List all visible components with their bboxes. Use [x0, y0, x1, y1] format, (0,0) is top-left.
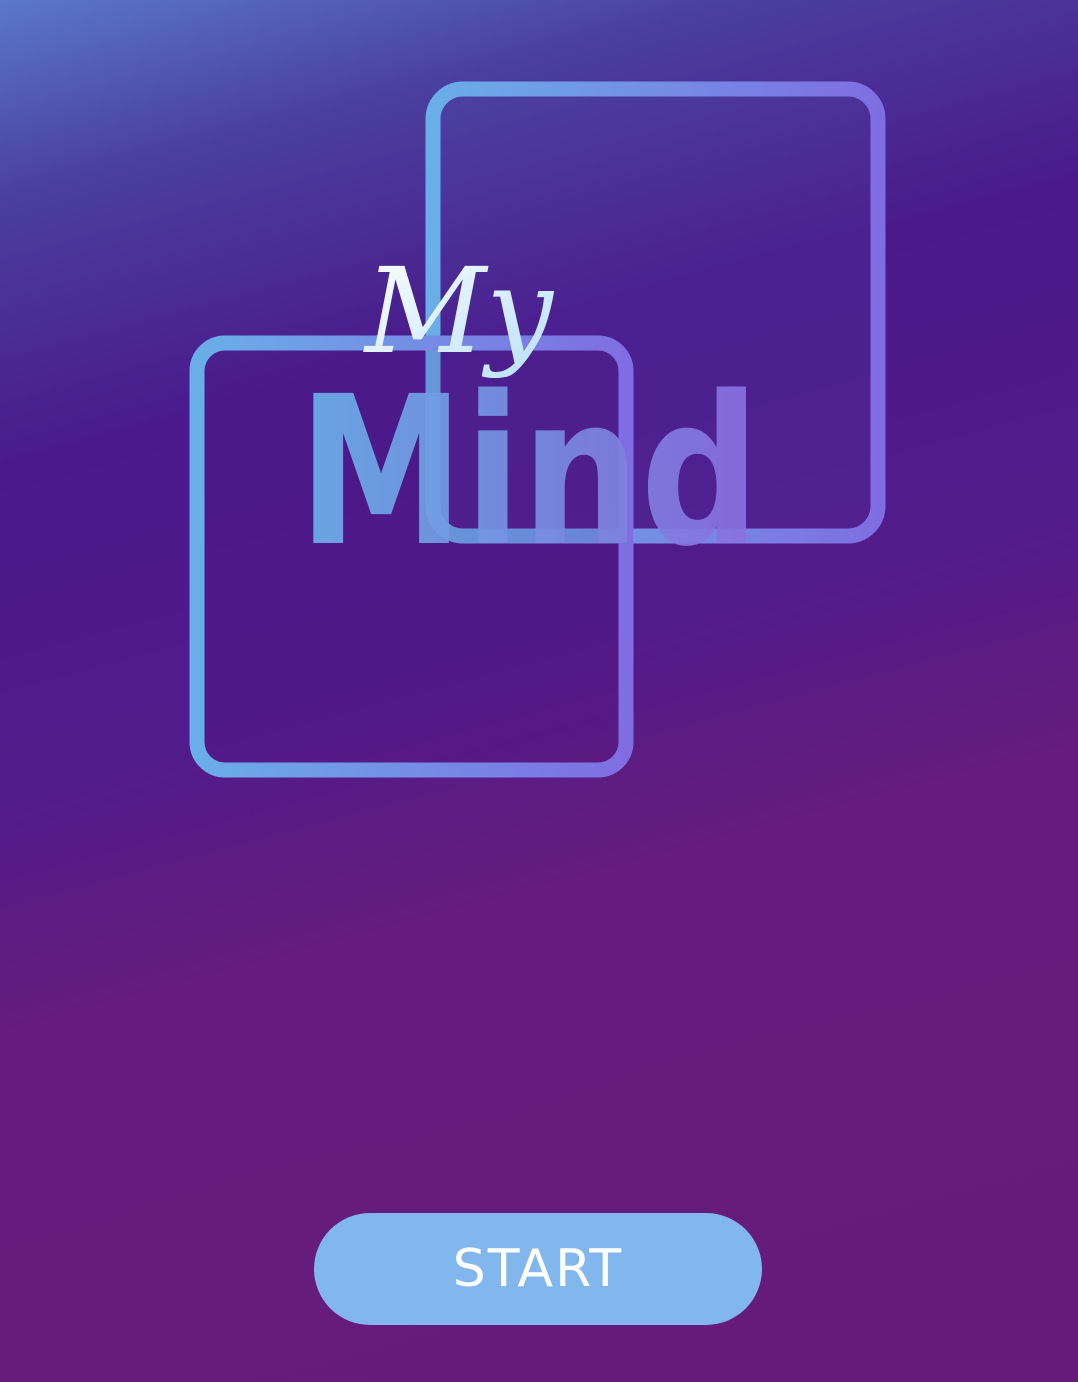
- logo-main-word: Mind: [298, 352, 760, 592]
- logo-script-word: My: [363, 242, 554, 380]
- start-button[interactable]: START: [314, 1213, 762, 1325]
- splash-screen: Mind My START: [0, 0, 1078, 1382]
- app-logo: Mind My: [189, 81, 886, 778]
